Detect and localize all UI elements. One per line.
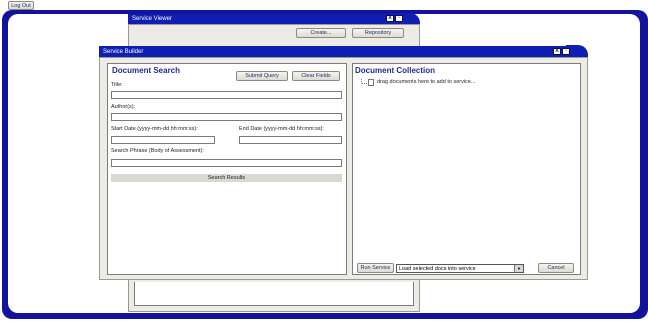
cancel-button[interactable]: Cancel: [538, 263, 574, 273]
document-search-heading: Document Search: [112, 66, 181, 75]
action-select[interactable]: Load selected docs into service ▼: [396, 264, 524, 273]
document-collection-panel: [352, 63, 581, 275]
search-phrase-label: Search Phrase (Body of Assessment):: [111, 148, 204, 154]
search-results-header: Search Results: [111, 174, 342, 182]
clear-fields-button[interactable]: Clear Fields: [292, 71, 340, 81]
tree-connector-horizontal: [361, 83, 367, 84]
service-viewer-title: Service Viewer: [132, 16, 172, 22]
title-input[interactable]: [111, 91, 342, 99]
document-icon: [368, 79, 374, 86]
service-builder-restore-icon[interactable]: ▫: [562, 48, 570, 55]
service-viewer-close-icon[interactable]: X: [386, 15, 394, 22]
submit-query-button[interactable]: Submit Query: [236, 71, 288, 81]
service-builder-close-icon[interactable]: X: [553, 48, 561, 55]
run-service-button[interactable]: Run Service: [357, 263, 394, 273]
start-date-input[interactable]: [111, 136, 215, 144]
service-builder-title: Service Builder: [103, 48, 144, 55]
service-viewer-titlebar: Service Viewer: [128, 14, 412, 24]
service-viewer-content-panel: [134, 282, 414, 306]
chevron-down-icon[interactable]: ▼: [514, 265, 523, 272]
repository-button[interactable]: Repository: [352, 28, 404, 38]
create-button[interactable]: Create...: [296, 28, 346, 38]
search-phrase-input[interactable]: [111, 159, 342, 167]
service-viewer-restore-icon[interactable]: ▫: [395, 15, 403, 22]
start-date-label: Start Date (yyyy-mm-dd hh:mm:ss):: [111, 126, 198, 132]
end-date-input[interactable]: [239, 136, 342, 144]
service-builder-titlebar: Service Builder: [99, 46, 579, 57]
authors-input[interactable]: [111, 113, 342, 121]
title-label: Title:: [111, 82, 123, 88]
logout-button[interactable]: Log Out: [8, 1, 34, 10]
search-results-list[interactable]: [111, 183, 342, 271]
action-select-value: Load selected docs into service: [399, 265, 476, 272]
tree-item-label: drag documents here to add to service...: [377, 79, 476, 85]
document-collection-heading: Document Collection: [355, 66, 436, 75]
authors-label: Author(s):: [111, 104, 136, 110]
end-date-label: End Date (yyyy-mm-dd hh:mm:ss):: [239, 126, 324, 132]
